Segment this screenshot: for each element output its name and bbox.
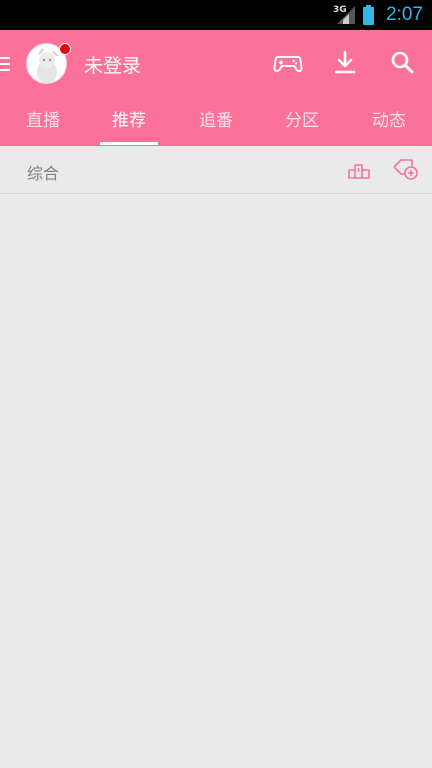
signal-icon [337, 6, 355, 24]
content-area [0, 194, 432, 768]
tab-bangumi[interactable]: 追番 [173, 100, 259, 146]
download-icon[interactable] [329, 47, 361, 79]
battery-icon [363, 5, 374, 25]
active-tab-indicator [100, 142, 158, 145]
game-controller-icon[interactable] [272, 47, 304, 79]
tab-bar: 直播 推荐 追番 分区 动态 [0, 100, 432, 146]
notification-dot [59, 43, 71, 55]
sub-header: 综合 [0, 146, 432, 194]
tab-categories[interactable]: 分区 [259, 100, 345, 146]
search-icon[interactable] [387, 47, 419, 79]
tab-recommended[interactable]: 推荐 [86, 100, 172, 146]
login-status-label[interactable]: 未登录 [84, 51, 141, 78]
clock: 2:07 [386, 4, 423, 25]
tag-add-icon[interactable] [392, 156, 420, 184]
status-bar: 3G 2:07 [0, 0, 432, 30]
tab-live[interactable]: 直播 [0, 100, 86, 146]
menu-icon[interactable] [0, 55, 12, 73]
ranking-icon[interactable] [346, 156, 374, 184]
tab-activity[interactable]: 动态 [346, 100, 432, 146]
section-title: 综合 [27, 164, 60, 183]
